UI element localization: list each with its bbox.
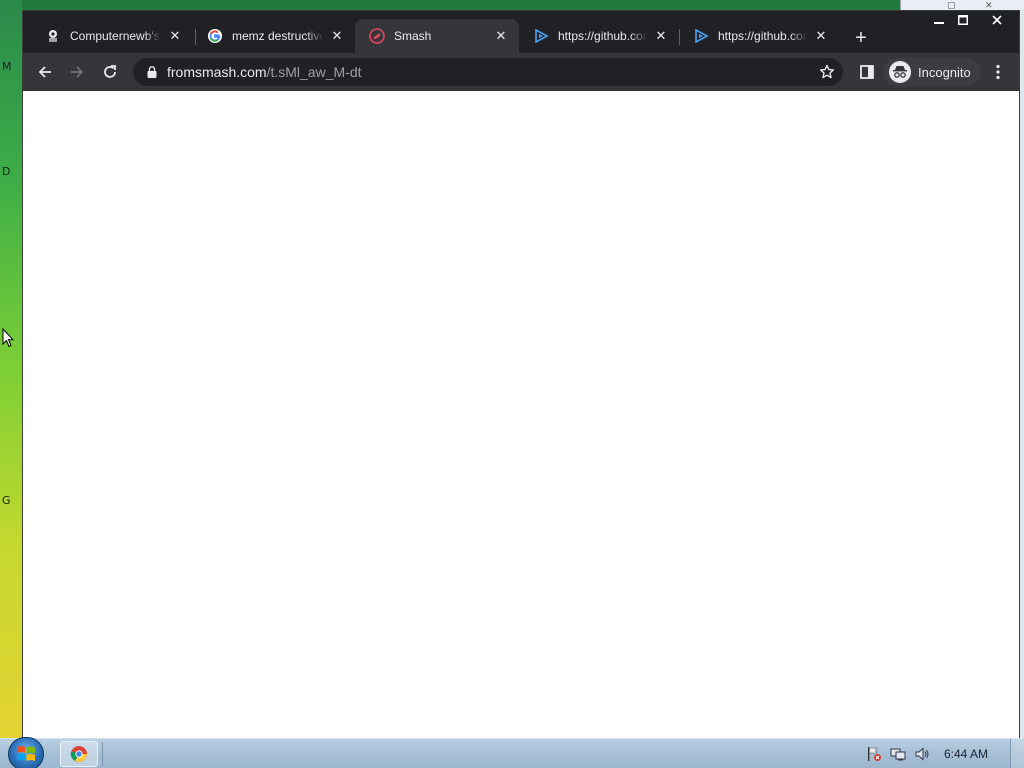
close-icon[interactable]: ✕ [653,28,669,44]
desktop-background [0,0,22,738]
maximize-icon [958,15,968,25]
close-icon[interactable]: ✕ [167,28,183,44]
address-bar[interactable]: fromsmash.com/t.sMl_aw_M-dt [133,58,843,86]
start-button[interactable] [8,737,44,768]
taskbar-clock[interactable]: 6:44 AM [944,747,988,761]
incognito-label: Incognito [918,64,971,80]
url-host: fromsmash.com [167,64,267,80]
arrow-right-icon [71,66,84,78]
show-desktop-button[interactable] [1010,739,1024,768]
tab-strip: Computernewb's Internet ✕ memz destructi… [23,11,1019,53]
volume-icon[interactable] [914,746,930,762]
play-icon [693,28,709,44]
back-button[interactable] [31,58,59,86]
new-tab-button[interactable]: + [849,26,873,50]
reload-icon [104,65,116,78]
tab-smash[interactable]: Smash ✕ [355,19,519,53]
google-icon [207,28,223,44]
reload-button[interactable] [96,58,124,86]
url-path: /t.sMl_aw_M-dt [266,64,362,80]
browser-toolbar: fromsmash.com/t.sMl_aw_M-dt Incognito [23,53,1019,91]
play-icon [533,28,549,44]
desktop-icon-label[interactable]: M [2,60,12,73]
chrome-icon [70,746,87,762]
tab-title: https://github.com [558,29,647,43]
maximize-button[interactable] [949,11,977,29]
arrow-left-icon [38,66,51,78]
desktop-icon-label[interactable]: D [2,165,10,178]
tab-computernewb[interactable]: Computernewb's Internet ✕ [31,19,193,53]
page-content[interactable] [23,91,1019,738]
close-window-button[interactable] [983,11,1011,29]
taskbar-divider [102,742,103,766]
menu-button[interactable] [984,58,1012,86]
tab-title: https://github.com [718,29,807,43]
tab-github-2[interactable]: https://github.com ✕ [679,19,839,53]
forward-button[interactable] [63,58,91,86]
close-icon[interactable]: ✕ [493,28,509,44]
browser-window: Computernewb's Internet ✕ memz destructi… [22,10,1020,738]
smash-icon [369,28,385,44]
incognito-icon [889,61,911,83]
bookmark-star-icon[interactable] [817,62,837,82]
tab-github-1[interactable]: https://github.com ✕ [519,19,679,53]
taskbar-chrome-button[interactable] [60,741,98,767]
computernewb-icon [45,28,61,44]
action-center-flag-icon[interactable] [866,746,882,762]
network-icon[interactable] [890,746,906,762]
windows-logo-icon [17,746,35,761]
side-panel-button[interactable] [853,58,881,86]
close-icon[interactable]: ✕ [329,28,345,44]
lock-icon[interactable] [145,65,159,79]
incognito-profile-button[interactable]: Incognito [883,58,981,86]
desktop-icon-label[interactable]: G [2,494,11,507]
plus-icon: + [855,27,867,49]
tab-memz-destructive[interactable]: memz destructive ✕ [193,19,355,53]
taskbar: 6:44 AM [0,737,1024,768]
kebab-menu-icon [996,64,1000,80]
tab-title: Computernewb's Internet [70,29,161,43]
side-panel-icon [860,65,874,79]
tab-title: Smash [394,29,432,43]
close-icon [992,15,1002,25]
minimize-icon [934,22,944,24]
mouse-cursor-icon [2,327,15,353]
tab-title: memz destructive [232,29,323,43]
close-icon[interactable]: ✕ [813,28,829,44]
